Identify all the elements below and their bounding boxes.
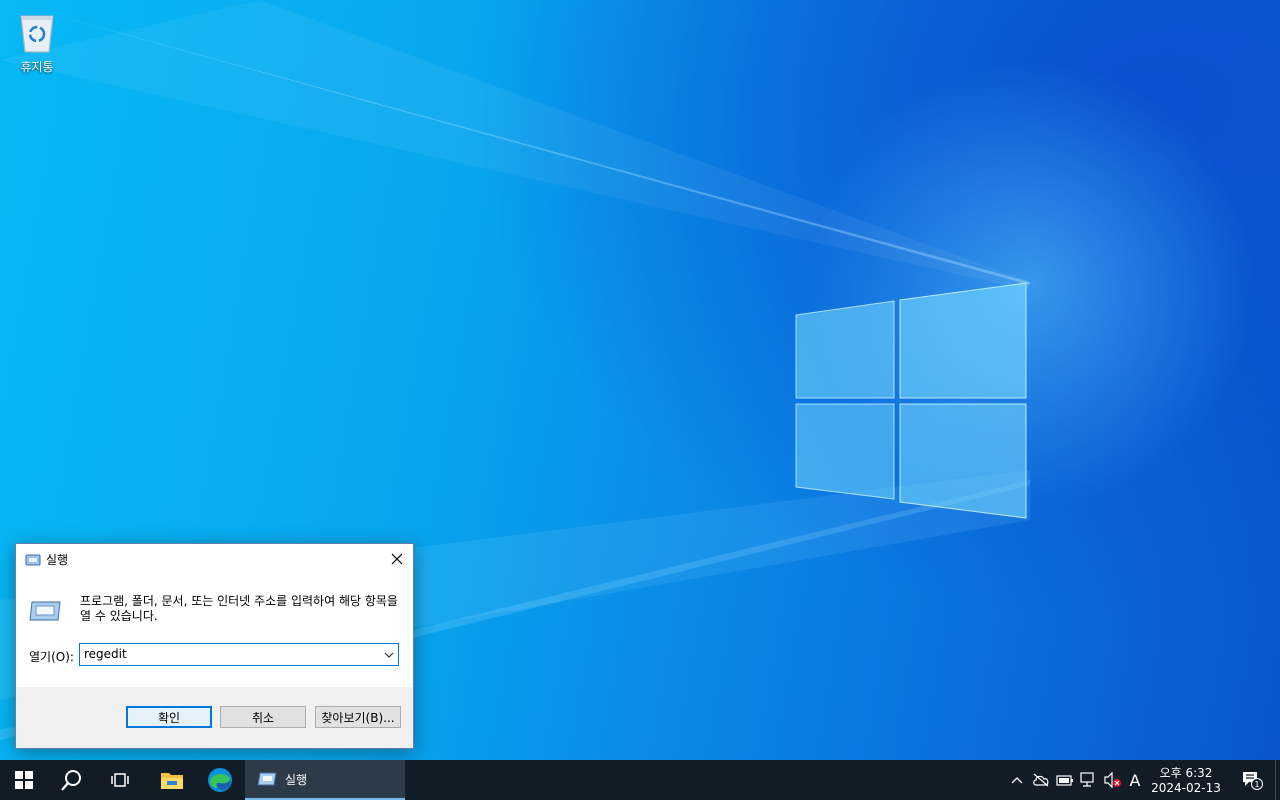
taskbar: 실행 A 오후 6:32 2024-02-13 1 — [0, 760, 1280, 800]
open-combobox[interactable] — [79, 643, 399, 666]
volume-muted-icon — [1104, 772, 1121, 788]
dialog-title: 실행 — [46, 553, 69, 567]
task-view-button[interactable] — [96, 760, 144, 800]
recycle-bin-icon — [20, 15, 54, 53]
edge-browser-button[interactable] — [196, 760, 244, 800]
search-icon — [61, 770, 81, 791]
show-desktop-button[interactable] — [1275, 760, 1280, 800]
dropdown-arrow-button[interactable] — [380, 644, 398, 665]
run-large-icon — [28, 598, 62, 628]
clock-time: 오후 6:32 — [1159, 766, 1213, 780]
dialog-titlebar[interactable]: 실행 — [16, 544, 413, 574]
browse-button[interactable]: 찾아보기(B)... — [315, 706, 401, 728]
taskbar-clock[interactable]: 오후 6:32 2024-02-13 — [1140, 760, 1232, 800]
dialog-body: 프로그램, 폴더, 문서, 또는 인터넷 주소를 입력하여 해당 항목을 열 수… — [16, 574, 413, 687]
close-button[interactable] — [381, 544, 413, 574]
run-dialog: 실행 프로그램, 폴더, 문서, 또는 인터넷 주소를 입력하여 해당 항목을 … — [15, 543, 414, 749]
start-button[interactable] — [0, 760, 48, 800]
run-icon — [25, 552, 41, 571]
notification-icon: 1 — [1243, 772, 1263, 790]
windows-logo-icon — [15, 771, 33, 789]
tray-overflow-button[interactable] — [1008, 772, 1026, 788]
open-input[interactable] — [82, 645, 376, 663]
search-button[interactable] — [48, 760, 96, 800]
taskbar-run-label: 실행 — [285, 772, 308, 787]
cloud-offline-icon — [1033, 773, 1049, 787]
notification-count: 1 — [1254, 780, 1259, 789]
volume-tray-button[interactable] — [1104, 772, 1122, 788]
network-icon — [1080, 772, 1094, 787]
action-center-button[interactable]: 1 — [1234, 760, 1270, 800]
file-explorer-button[interactable] — [148, 760, 196, 800]
clock-date: 2024-02-13 — [1151, 781, 1221, 795]
chevron-up-icon — [1011, 777, 1023, 784]
dialog-description: 프로그램, 폴더, 문서, 또는 인터넷 주소를 입력하여 해당 항목을 열 수… — [80, 594, 398, 623]
folder-icon — [161, 773, 183, 789]
network-tray-button[interactable] — [1080, 772, 1098, 788]
chevron-down-icon — [384, 652, 394, 658]
recycle-bin-label: 휴지통 — [20, 60, 54, 74]
cancel-button[interactable]: 취소 — [220, 706, 306, 728]
ok-button[interactable]: 확인 — [126, 706, 212, 728]
open-label: 열기(O): — [29, 650, 74, 664]
battery-icon — [1056, 775, 1073, 786]
run-icon — [257, 772, 277, 786]
task-view-icon — [111, 773, 129, 787]
desktop-icon-recycle-bin[interactable]: 휴지통 — [8, 6, 66, 76]
taskbar-run-button[interactable]: 실행 — [245, 760, 405, 800]
close-icon — [391, 553, 403, 565]
onedrive-tray-button[interactable] — [1032, 772, 1050, 788]
battery-tray-button[interactable] — [1056, 772, 1074, 788]
edge-icon — [208, 768, 232, 792]
